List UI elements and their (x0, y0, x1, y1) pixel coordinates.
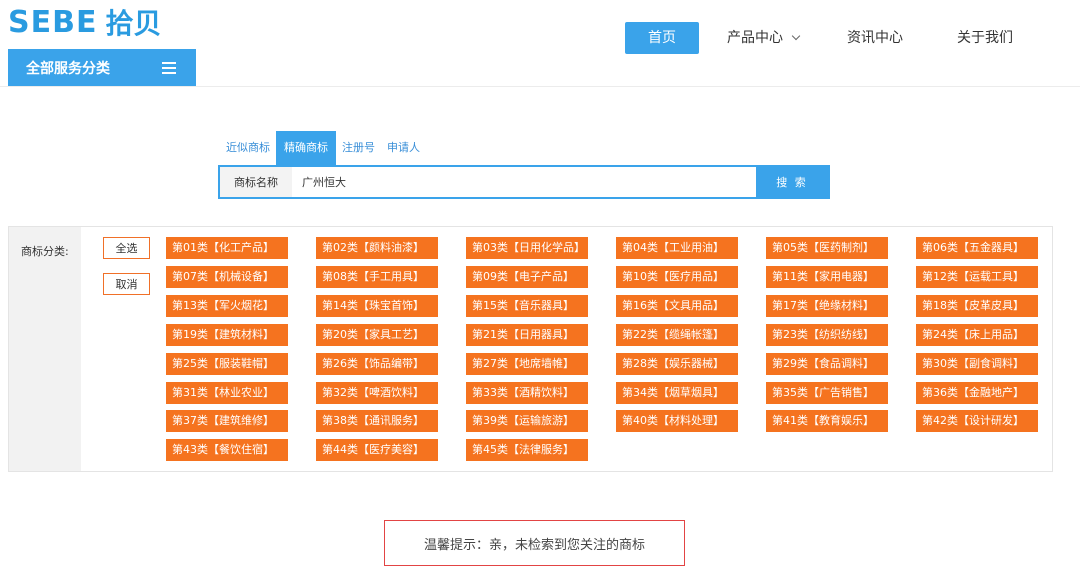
category-tag[interactable]: 第08类【手工用具】 (316, 265, 438, 288)
category-tag[interactable]: 第19类【建筑材料】 (166, 323, 288, 346)
category-tag[interactable]: 第15类【音乐器具】 (466, 294, 588, 317)
category-tag[interactable]: 第27类【地席墙帷】 (466, 352, 588, 375)
brand-chinese: 拾贝 (105, 7, 162, 40)
all-categories-label: 全部服务分类 (26, 61, 110, 77)
category-tag[interactable]: 第21类【日用器具】 (466, 323, 588, 346)
select-all-button[interactable]: 全选 (103, 237, 150, 259)
category-tag[interactable]: 第36类【金融地产】 (916, 381, 1038, 404)
category-tag[interactable]: 第13类【军火烟花】 (166, 294, 288, 317)
no-result-notice: 温馨提示：亲，未检索到您关注的商标 (384, 520, 685, 566)
category-tag[interactable]: 第01类【化工产品】 (166, 237, 288, 259)
brand-logo[interactable]: SEBE 拾贝 (8, 4, 162, 41)
tab-exact-trademark[interactable]: 精确商标 (276, 131, 336, 165)
cancel-button[interactable]: 取消 (103, 273, 150, 295)
category-tag[interactable]: 第04类【工业用油】 (616, 237, 738, 259)
category-tag[interactable]: 第22类【缆绳帐篷】 (616, 323, 738, 346)
category-tag[interactable]: 第40类【材料处理】 (616, 410, 738, 433)
category-panel-side (9, 227, 81, 471)
category-tag[interactable]: 第10类【医疗用品】 (616, 265, 738, 288)
search-bar: 商标名称 搜 索 (218, 165, 830, 199)
category-tag[interactable]: 第20类【家具工艺】 (316, 323, 438, 346)
category-label: 商标分类: (21, 245, 69, 258)
tab-applicant[interactable]: 申请人 (381, 131, 426, 165)
category-tag[interactable]: 第05类【医药制剂】 (766, 237, 888, 259)
category-tag[interactable]: 第42类【设计研发】 (916, 410, 1038, 433)
search-tabs: 近似商标 精确商标 注册号 申请人 (220, 131, 426, 165)
category-tag[interactable]: 第28类【娱乐器械】 (616, 352, 738, 375)
search-button[interactable]: 搜 索 (756, 167, 828, 197)
nav-about[interactable]: 关于我们 (957, 22, 1013, 54)
nav-products-label: 产品中心 (727, 30, 783, 46)
nav-home[interactable]: 首页 (625, 22, 699, 54)
category-tag[interactable]: 第38类【通讯服务】 (316, 410, 438, 433)
category-tag[interactable]: 第34类【烟草烟具】 (616, 381, 738, 404)
category-tag[interactable]: 第16类【文具用品】 (616, 294, 738, 317)
category-tag[interactable]: 第33类【酒精饮料】 (466, 381, 588, 404)
category-tag[interactable]: 第37类【建筑维修】 (166, 410, 288, 433)
menu-icon (162, 62, 176, 74)
nav-news[interactable]: 资讯中心 (847, 22, 903, 54)
category-tag[interactable]: 第26类【饰品编带】 (316, 352, 438, 375)
category-tag[interactable]: 第18类【皮革皮具】 (916, 294, 1038, 317)
nav-products[interactable]: 产品中心 (727, 22, 801, 54)
main-nav: 首页 产品中心 资讯中心 关于我们 (625, 22, 1013, 54)
category-tag[interactable]: 第35类【广告销售】 (766, 381, 888, 404)
category-tag[interactable]: 第14类【珠宝首饰】 (316, 294, 438, 317)
category-tag[interactable]: 第25类【服装鞋帽】 (166, 352, 288, 375)
category-tag[interactable]: 第30类【副食调料】 (916, 352, 1038, 375)
category-tag[interactable]: 第32类【啤酒饮料】 (316, 381, 438, 404)
category-tag[interactable]: 第12类【运载工具】 (916, 265, 1038, 288)
category-tag[interactable]: 第09类【电子产品】 (466, 265, 588, 288)
tab-similar-trademark[interactable]: 近似商标 (220, 131, 276, 165)
search-input[interactable] (292, 167, 756, 197)
category-tag[interactable]: 第24类【床上用品】 (916, 323, 1038, 346)
header-divider (0, 86, 1080, 87)
category-tag[interactable]: 第39类【运输旅游】 (466, 410, 588, 433)
chevron-down-icon (791, 31, 801, 41)
category-tag[interactable]: 第03类【日用化学品】 (466, 237, 588, 259)
all-categories-button[interactable]: 全部服务分类 (8, 49, 196, 87)
tab-registration-number[interactable]: 注册号 (336, 131, 381, 165)
category-tag[interactable]: 第07类【机械设备】 (166, 265, 288, 288)
category-tag[interactable]: 第02类【颜料油漆】 (316, 237, 438, 259)
category-tag[interactable]: 第17类【绝缘材料】 (766, 294, 888, 317)
category-tag[interactable]: 第06类【五金器具】 (916, 237, 1038, 259)
category-tag[interactable]: 第11类【家用电器】 (766, 265, 888, 288)
category-tag[interactable]: 第45类【法律服务】 (466, 439, 588, 462)
brand-latin: SEBE (8, 4, 98, 40)
category-tag[interactable]: 第31类【林业农业】 (166, 381, 288, 404)
search-field-label: 商标名称 (220, 167, 292, 197)
category-tag[interactable]: 第23类【纺织纺线】 (766, 323, 888, 346)
category-panel: 商标分类: 全选 取消 第01类【化工产品】 第02类【颜料油漆】 第03类【日用化… (8, 226, 1053, 472)
category-tag[interactable]: 第44类【医疗美容】 (316, 439, 438, 462)
category-tag[interactable]: 第43类【餐饮住宿】 (166, 439, 288, 462)
category-tag[interactable]: 第29类【食品调料】 (766, 352, 888, 375)
category-tag[interactable]: 第41类【教育娱乐】 (766, 410, 888, 433)
